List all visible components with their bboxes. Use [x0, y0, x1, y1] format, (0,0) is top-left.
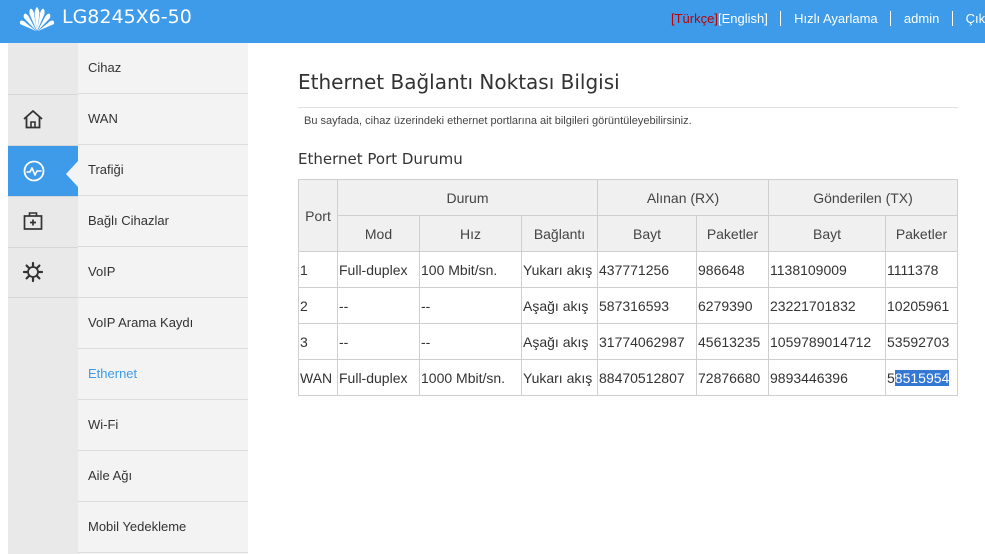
selected-text-highlight: 8515954 [894, 369, 950, 386]
cell-tx-packets: 10205961 [885, 287, 958, 324]
cell-rx-bytes: 88470512807 [597, 359, 697, 396]
cell-rx-bytes: 587316593 [597, 287, 697, 324]
cell-rx-packets: 45613235 [696, 323, 769, 360]
cell-connection: Yukarı akış [521, 251, 598, 288]
cell-speed: -- [419, 323, 522, 360]
divider [951, 11, 953, 26]
category-settings[interactable] [8, 247, 78, 298]
menu-item-label: Trafiği [88, 162, 124, 177]
column-header-tx-packets: Paketler [885, 215, 958, 252]
menu-item-label: Bağlı Cihazlar [88, 213, 169, 228]
cell-mode: -- [337, 323, 420, 360]
traffic-monitor-icon [23, 160, 45, 182]
menu-item-label: Cihaz [88, 60, 122, 75]
cell-port: 2 [298, 287, 338, 324]
column-group-status: Durum [337, 179, 598, 216]
cell-mode: -- [337, 287, 420, 324]
cell-text-unselected: 5 [887, 369, 895, 386]
sidebar-menu: Cihaz WAN Trafiği Bağlı Cihazlar VoIP Vo… [78, 43, 248, 554]
section-title: Ethernet Port Durumu [298, 150, 463, 168]
menu-item-label: Aile Ağı [88, 468, 133, 483]
table-row: WAN Full-duplex 1000 Mbit/sn. Yukarı akı… [298, 359, 958, 396]
menu-item-label: Ethernet [88, 366, 138, 381]
menu-item-ethernet[interactable]: Ethernet [78, 349, 248, 400]
column-group-received: Alınan (RX) [597, 179, 769, 216]
divider [780, 11, 782, 26]
category-home[interactable] [8, 94, 78, 145]
huawei-logo-icon [19, 7, 55, 31]
cell-port: WAN [298, 359, 338, 396]
cell-connection: Yukarı akış [521, 359, 598, 396]
page-title: Ethernet Bağlantı Noktası Bilgisi [298, 70, 620, 94]
cell-rx-bytes: 437771256 [597, 251, 697, 288]
cell-speed: 1000 Mbit/sn. [419, 359, 522, 396]
table-row: 1 Full-duplex 100 Mbit/sn. Yukarı akış 4… [298, 251, 958, 288]
cell-tx-bytes: 1059789014712 [768, 323, 886, 360]
quick-setup-link[interactable]: Hızlı Ayarlama [794, 11, 878, 26]
cell-rx-packets: 6279390 [696, 287, 769, 324]
menu-item-wan[interactable]: WAN [78, 94, 248, 145]
cell-tx-packets: 58515954 [885, 359, 958, 396]
menu-item-cihaz[interactable]: Cihaz [78, 43, 248, 94]
logout-link[interactable]: Çıkış yap [966, 11, 985, 26]
menu-item-voip[interactable]: VoIP [78, 247, 248, 298]
menu-item-traffic[interactable]: Trafiği [78, 145, 248, 196]
cell-mode: Full-duplex [337, 251, 420, 288]
column-header-tx-bytes: Bayt [768, 215, 886, 252]
category-icon-bar [8, 43, 78, 554]
cell-speed: 100 Mbit/sn. [419, 251, 522, 288]
cell-tx-bytes: 9893446396 [768, 359, 886, 396]
menu-item-label: VoIP [88, 264, 116, 279]
category-tools[interactable] [8, 196, 78, 247]
menu-item-label: Mobil Yedekleme [88, 519, 187, 534]
column-header-rx-packets: Paketler [696, 215, 769, 252]
menu-item-mobile-backup[interactable]: Mobil Yedekleme [78, 502, 248, 553]
cell-tx-bytes: 1138109009 [768, 251, 886, 288]
cell-port: 1 [298, 251, 338, 288]
cell-connection: Aşağı akış [521, 323, 598, 360]
top-bar: LG8245X6-50 [Türkçe][English] Hızlı Ayar… [0, 0, 985, 43]
cell-port: 3 [298, 323, 338, 360]
column-header-port: Port [298, 179, 338, 252]
medical-kit-icon [23, 212, 43, 230]
column-header-speed: Hız [419, 215, 522, 252]
user-name: admin [903, 11, 940, 26]
device-model: LG8245X6-50 [62, 6, 192, 28]
menu-item-wifi[interactable]: Wi-Fi [78, 400, 248, 451]
language-english-link[interactable]: [English] [718, 11, 768, 26]
cell-connection: Aşağı akış [521, 287, 598, 324]
column-header-connection: Bağlantı [521, 215, 598, 252]
page-description: Bu sayfada, cihaz üzerindeki ethernet po… [304, 115, 692, 127]
column-group-sent: Gönderilen (TX) [768, 179, 958, 216]
gear-icon [22, 261, 44, 283]
category-empty [8, 43, 78, 93]
cell-rx-packets: 986648 [696, 251, 769, 288]
menu-item-label: VoIP Arama Kaydı [88, 315, 194, 330]
column-header-rx-bytes: Bayt [597, 215, 697, 252]
ethernet-port-table: Port Durum Alınan (RX) Gönderilen (TX) M… [298, 179, 958, 396]
menu-item-label: Wi-Fi [88, 417, 119, 432]
cell-speed: -- [419, 287, 522, 324]
cell-mode: Full-duplex [337, 359, 420, 396]
menu-item-connected-devices[interactable]: Bağlı Cihazlar [78, 196, 248, 247]
header-links: [Türkçe][English] Hızlı Ayarlama admin Ç… [671, 11, 985, 26]
column-header-mode: Mod [337, 215, 420, 252]
home-icon [23, 110, 43, 129]
active-category-pointer [66, 161, 78, 187]
cell-rx-packets: 72876680 [696, 359, 769, 396]
divider [298, 107, 958, 108]
cell-tx-packets: 53592703 [885, 323, 958, 360]
cell-tx-packets: 1111378 [885, 251, 958, 288]
divider [890, 11, 892, 26]
menu-item-voip-call-log[interactable]: VoIP Arama Kaydı [78, 298, 248, 349]
cell-tx-bytes: 23221701832 [768, 287, 886, 324]
table-row: 3 -- -- Aşağı akış 31774062987 45613235 … [298, 323, 958, 360]
cell-rx-bytes: 31774062987 [597, 323, 697, 360]
table-row: 2 -- -- Aşağı akış 587316593 6279390 232… [298, 287, 958, 324]
language-turkish-link[interactable]: [Türkçe] [671, 11, 718, 26]
menu-item-family-network[interactable]: Aile Ağı [78, 451, 248, 502]
menu-item-label: WAN [88, 111, 118, 126]
